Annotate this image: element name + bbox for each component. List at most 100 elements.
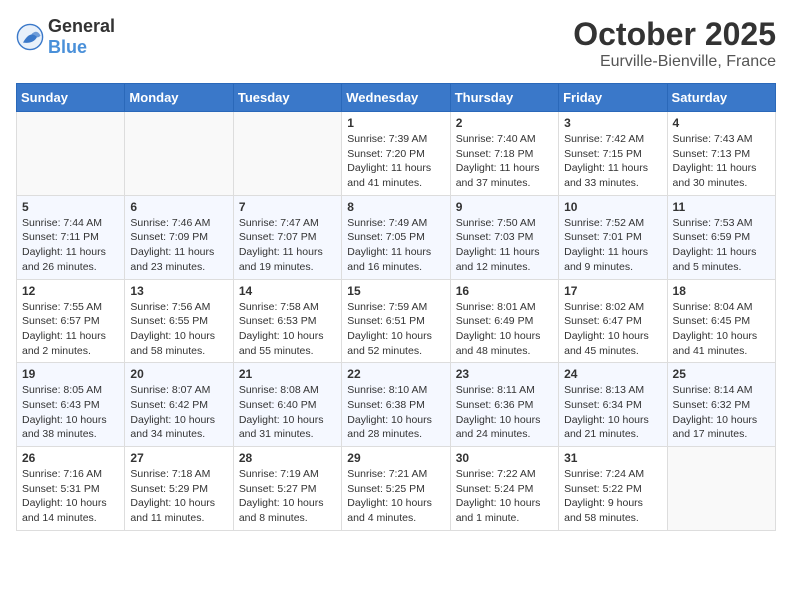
daylight-text: Daylight: 11 hours and 37 minutes.: [456, 162, 540, 189]
calendar-day-cell: 1 Sunrise: 7:39 AM Sunset: 7:20 PM Dayli…: [342, 112, 450, 196]
day-number: 15: [347, 284, 444, 298]
sunrise-text: Sunrise: 7:42 AM: [564, 133, 644, 145]
sunset-text: Sunset: 5:24 PM: [456, 483, 534, 495]
logo-general: General: [48, 16, 115, 36]
daylight-text: Daylight: 10 hours and 21 minutes.: [564, 414, 649, 441]
daylight-text: Daylight: 10 hours and 41 minutes.: [673, 330, 758, 357]
sunrise-text: Sunrise: 8:07 AM: [130, 384, 210, 396]
sunrise-text: Sunrise: 7:24 AM: [564, 468, 644, 480]
logo-icon: [16, 23, 44, 51]
sunset-text: Sunset: 6:49 PM: [456, 315, 534, 327]
day-number: 19: [22, 367, 119, 381]
day-of-week-header: Wednesday: [342, 84, 450, 112]
calendar-day-cell: 13 Sunrise: 7:56 AM Sunset: 6:55 PM Dayl…: [125, 279, 233, 363]
sunset-text: Sunset: 7:18 PM: [456, 148, 534, 160]
day-detail: Sunrise: 8:07 AM Sunset: 6:42 PM Dayligh…: [130, 383, 227, 442]
day-detail: Sunrise: 8:04 AM Sunset: 6:45 PM Dayligh…: [673, 300, 770, 359]
logo-text-block: General Blue: [48, 16, 115, 58]
day-number: 10: [564, 200, 661, 214]
day-detail: Sunrise: 8:01 AM Sunset: 6:49 PM Dayligh…: [456, 300, 553, 359]
calendar-day-cell: 11 Sunrise: 7:53 AM Sunset: 6:59 PM Dayl…: [667, 195, 775, 279]
daylight-text: Daylight: 10 hours and 55 minutes.: [239, 330, 324, 357]
sunrise-text: Sunrise: 8:01 AM: [456, 301, 536, 313]
day-of-week-header: Sunday: [17, 84, 125, 112]
day-number: 14: [239, 284, 336, 298]
day-number: 12: [22, 284, 119, 298]
calendar-day-cell: 5 Sunrise: 7:44 AM Sunset: 7:11 PM Dayli…: [17, 195, 125, 279]
day-detail: Sunrise: 7:19 AM Sunset: 5:27 PM Dayligh…: [239, 467, 336, 526]
sunrise-text: Sunrise: 7:16 AM: [22, 468, 102, 480]
day-of-week-header: Monday: [125, 84, 233, 112]
daylight-text: Daylight: 9 hours and 58 minutes.: [564, 497, 643, 524]
day-detail: Sunrise: 7:55 AM Sunset: 6:57 PM Dayligh…: [22, 300, 119, 359]
calendar-day-cell: 30 Sunrise: 7:22 AM Sunset: 5:24 PM Dayl…: [450, 447, 558, 531]
sunset-text: Sunset: 5:31 PM: [22, 483, 100, 495]
calendar-day-cell: 22 Sunrise: 8:10 AM Sunset: 6:38 PM Dayl…: [342, 363, 450, 447]
sunrise-text: Sunrise: 7:58 AM: [239, 301, 319, 313]
daylight-text: Daylight: 11 hours and 2 minutes.: [22, 330, 106, 357]
calendar-day-cell: 14 Sunrise: 7:58 AM Sunset: 6:53 PM Dayl…: [233, 279, 341, 363]
day-detail: Sunrise: 7:44 AM Sunset: 7:11 PM Dayligh…: [22, 216, 119, 275]
sunset-text: Sunset: 7:13 PM: [673, 148, 751, 160]
sunrise-text: Sunrise: 7:19 AM: [239, 468, 319, 480]
daylight-text: Daylight: 10 hours and 8 minutes.: [239, 497, 324, 524]
calendar-day-cell: 12 Sunrise: 7:55 AM Sunset: 6:57 PM Dayl…: [17, 279, 125, 363]
calendar-day-cell: 23 Sunrise: 8:11 AM Sunset: 6:36 PM Dayl…: [450, 363, 558, 447]
sunrise-text: Sunrise: 7:49 AM: [347, 217, 427, 229]
day-of-week-header: Saturday: [667, 84, 775, 112]
sunset-text: Sunset: 6:45 PM: [673, 315, 751, 327]
sunset-text: Sunset: 6:40 PM: [239, 399, 317, 411]
daylight-text: Daylight: 11 hours and 23 minutes.: [130, 246, 214, 273]
sunset-text: Sunset: 6:53 PM: [239, 315, 317, 327]
sunrise-text: Sunrise: 8:10 AM: [347, 384, 427, 396]
calendar-day-cell: [17, 112, 125, 196]
logo: General Blue: [16, 16, 115, 58]
day-number: 20: [130, 367, 227, 381]
day-of-week-header: Tuesday: [233, 84, 341, 112]
day-detail: Sunrise: 8:02 AM Sunset: 6:47 PM Dayligh…: [564, 300, 661, 359]
calendar-day-cell: 15 Sunrise: 7:59 AM Sunset: 6:51 PM Dayl…: [342, 279, 450, 363]
day-detail: Sunrise: 8:05 AM Sunset: 6:43 PM Dayligh…: [22, 383, 119, 442]
sunrise-text: Sunrise: 8:02 AM: [564, 301, 644, 313]
daylight-text: Daylight: 10 hours and 24 minutes.: [456, 414, 541, 441]
daylight-text: Daylight: 11 hours and 41 minutes.: [347, 162, 431, 189]
calendar-day-cell: 27 Sunrise: 7:18 AM Sunset: 5:29 PM Dayl…: [125, 447, 233, 531]
day-number: 23: [456, 367, 553, 381]
sunset-text: Sunset: 6:38 PM: [347, 399, 425, 411]
sunset-text: Sunset: 7:11 PM: [22, 231, 99, 243]
day-number: 18: [673, 284, 770, 298]
sunrise-text: Sunrise: 7:53 AM: [673, 217, 753, 229]
day-number: 13: [130, 284, 227, 298]
calendar-week-row: 12 Sunrise: 7:55 AM Sunset: 6:57 PM Dayl…: [17, 279, 776, 363]
day-number: 29: [347, 451, 444, 465]
sunset-text: Sunset: 5:27 PM: [239, 483, 317, 495]
sunrise-text: Sunrise: 8:08 AM: [239, 384, 319, 396]
day-number: 21: [239, 367, 336, 381]
calendar-day-cell: [233, 112, 341, 196]
calendar-header-row: SundayMondayTuesdayWednesdayThursdayFrid…: [17, 84, 776, 112]
sunset-text: Sunset: 6:51 PM: [347, 315, 425, 327]
logo-blue: Blue: [48, 37, 87, 57]
calendar-day-cell: 25 Sunrise: 8:14 AM Sunset: 6:32 PM Dayl…: [667, 363, 775, 447]
sunset-text: Sunset: 6:43 PM: [22, 399, 100, 411]
sunrise-text: Sunrise: 8:05 AM: [22, 384, 102, 396]
day-number: 8: [347, 200, 444, 214]
calendar-day-cell: 9 Sunrise: 7:50 AM Sunset: 7:03 PM Dayli…: [450, 195, 558, 279]
sunset-text: Sunset: 7:03 PM: [456, 231, 534, 243]
daylight-text: Daylight: 10 hours and 52 minutes.: [347, 330, 432, 357]
day-detail: Sunrise: 8:14 AM Sunset: 6:32 PM Dayligh…: [673, 383, 770, 442]
daylight-text: Daylight: 11 hours and 26 minutes.: [22, 246, 106, 273]
day-number: 7: [239, 200, 336, 214]
sunset-text: Sunset: 7:09 PM: [130, 231, 208, 243]
calendar-day-cell: 28 Sunrise: 7:19 AM Sunset: 5:27 PM Dayl…: [233, 447, 341, 531]
calendar-day-cell: 31 Sunrise: 7:24 AM Sunset: 5:22 PM Dayl…: [559, 447, 667, 531]
daylight-text: Daylight: 11 hours and 5 minutes.: [673, 246, 757, 273]
location-title: Eurville-Bienville, France: [573, 53, 776, 71]
day-number: 27: [130, 451, 227, 465]
daylight-text: Daylight: 10 hours and 34 minutes.: [130, 414, 215, 441]
day-detail: Sunrise: 7:52 AM Sunset: 7:01 PM Dayligh…: [564, 216, 661, 275]
sunset-text: Sunset: 6:47 PM: [564, 315, 642, 327]
sunset-text: Sunset: 7:01 PM: [564, 231, 642, 243]
sunset-text: Sunset: 5:29 PM: [130, 483, 208, 495]
sunrise-text: Sunrise: 7:46 AM: [130, 217, 210, 229]
